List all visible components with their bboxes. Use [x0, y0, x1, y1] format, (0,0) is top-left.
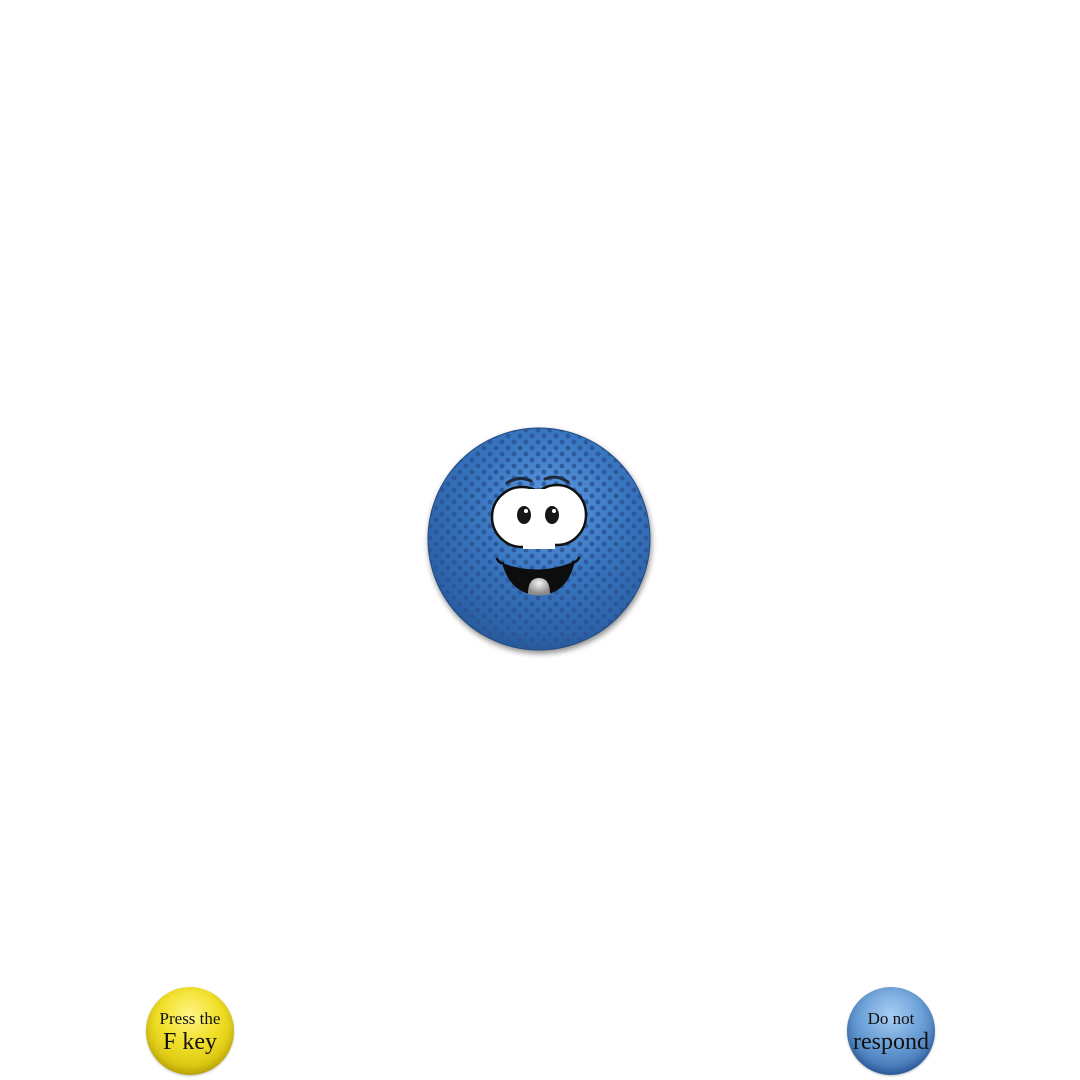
- do-not-respond-cue-line1: Do not: [867, 1009, 915, 1028]
- do-not-respond-cue: Do not respond: [847, 987, 935, 1075]
- do-not-respond-cue-line2: respond: [853, 1029, 929, 1055]
- press-f-key-cue-line2: F key: [163, 1029, 217, 1055]
- press-f-key-cue: Press the F key: [146, 987, 234, 1075]
- press-f-key-cue-line1: Press the: [159, 1009, 221, 1028]
- smiling-blue-ball-icon: [427, 427, 651, 651]
- task-stage: Press the F key Do not respond: [0, 0, 1080, 1080]
